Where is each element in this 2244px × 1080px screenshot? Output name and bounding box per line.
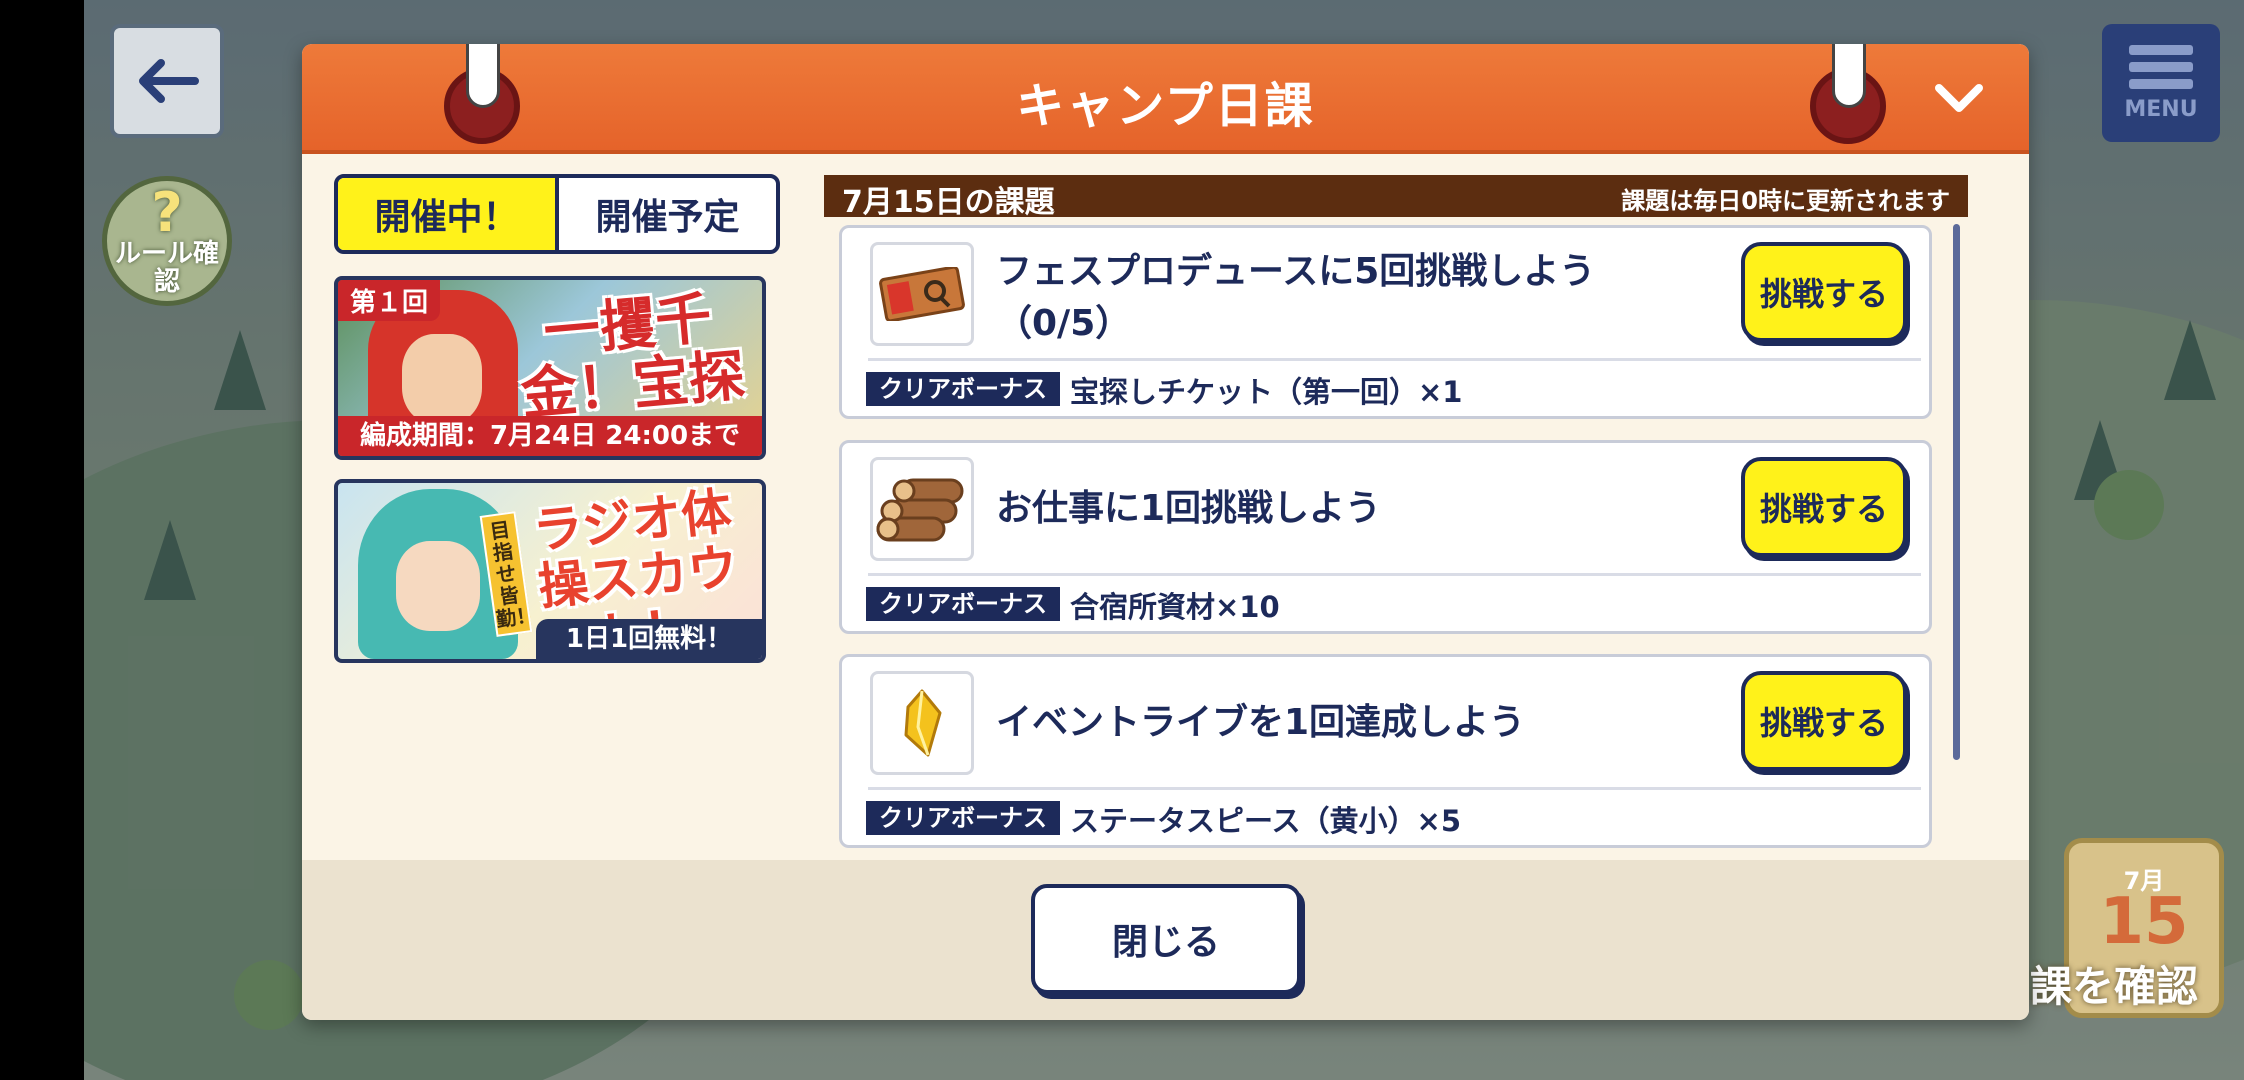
clear-bonus-reward: 宝探しチケット（第一回）×1 — [1070, 375, 1463, 409]
task-list-scrollbar[interactable] — [1953, 224, 1960, 760]
yellow-gem-icon — [870, 671, 974, 775]
camp-daily-dialog: キャンプ日課 開催中！ 開催予定 第１回 一攫千金！宝探し！ 編成期間：7月24… — [302, 44, 2029, 1020]
divider — [868, 787, 1921, 790]
ticket-icon — [870, 242, 974, 346]
calendar-day: 15 — [2099, 885, 2189, 959]
menu-label: MENU — [2124, 96, 2198, 122]
reset-note: 課題は毎日0時に更新されます — [1621, 187, 1950, 215]
task-card: お仕事に1回挑戦しよう 挑戦する クリアボーナス 合宿所資材×10 — [839, 440, 1932, 634]
collapse-button[interactable] — [1929, 74, 1989, 124]
clear-bonus-tag: クリアボーナス — [866, 587, 1060, 621]
tab-ongoing[interactable]: 開催中！ — [338, 178, 559, 250]
binder-ring-icon — [1810, 44, 1886, 144]
task-card: フェスプロデュースに5回挑戦しよう（0/5） 挑戦する クリアボーナス 宝探しチ… — [839, 225, 1932, 419]
dialog-header: キャンプ日課 — [302, 44, 2029, 154]
menu-button[interactable]: MENU — [2102, 24, 2220, 142]
radio-exercise-scout-banner[interactable]: 目指せ皆勤！ ラジオ体操スカウト！ 1日1回無料！ — [334, 479, 766, 663]
divider — [868, 358, 1921, 361]
task-title: お仕事に1回挑戦しよう — [996, 488, 1382, 529]
rule-check-label: ルール確認 — [114, 239, 219, 297]
back-button[interactable] — [110, 24, 224, 138]
calendar-label: 課を確認 — [2029, 962, 2198, 1011]
banner-footer: 1日1回無料！ — [536, 619, 762, 659]
menu-icon — [2129, 44, 2193, 89]
event-tabs: 開催中！ 開催予定 — [334, 174, 780, 254]
rule-check-button[interactable]: ? ルール確認 — [102, 176, 232, 306]
task-card: イベントライブを1回達成しよう 挑戦する クリアボーナス ステータスピース（黄小… — [839, 654, 1932, 848]
challenge-button[interactable]: 挑戦する — [1741, 457, 1907, 557]
clear-bonus-reward: ステータスピース（黄小）×5 — [1070, 804, 1462, 838]
close-button[interactable]: 閉じる — [1031, 884, 1301, 994]
divider — [868, 573, 1921, 576]
banner-badge: 第１回 — [338, 280, 441, 321]
clear-bonus-tag: クリアボーナス — [866, 801, 1060, 835]
question-icon: ? — [151, 181, 183, 244]
task-date-header: 7月15日の課題 課題は毎日0時に更新されます — [824, 175, 1968, 220]
task-title: イベントライブを1回達成しよう — [996, 702, 1526, 743]
task-date: 7月15日の課題 — [842, 185, 1055, 220]
treasure-hunt-banner[interactable]: 第１回 一攫千金！宝探し！ 編成期間：7月24日 24:00まで — [334, 276, 766, 460]
tab-upcoming[interactable]: 開催予定 — [559, 178, 776, 250]
challenge-button[interactable]: 挑戦する — [1741, 671, 1907, 771]
clear-bonus-reward: 合宿所資材×10 — [1070, 590, 1280, 624]
challenge-button[interactable]: 挑戦する — [1741, 242, 1907, 342]
dialog-title: キャンプ日課 — [1016, 78, 1315, 134]
daily-calendar-button[interactable]: 7月 15 課を確認 — [2030, 838, 2224, 1018]
chevron-down-icon — [1935, 84, 1983, 112]
logs-icon — [870, 457, 974, 561]
task-title: フェスプロデュースに5回挑戦しよう（0/5） — [996, 251, 1596, 344]
arrow-left-icon — [139, 59, 199, 103]
clear-bonus-tag: クリアボーナス — [866, 372, 1060, 406]
banner-footer: 編成期間：7月24日 24:00まで — [338, 416, 762, 456]
